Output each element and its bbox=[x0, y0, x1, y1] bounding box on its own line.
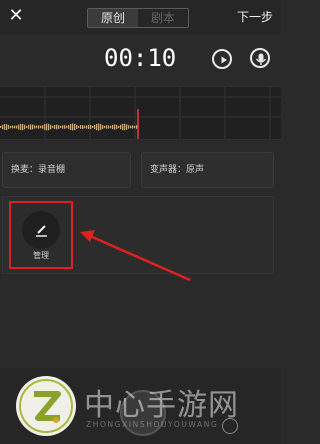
watermark-subtitle: ZHONGXINSHOUYOUWANG bbox=[86, 420, 219, 429]
watermark-logo bbox=[16, 376, 76, 436]
watermark-title: 中心手游网 bbox=[84, 388, 239, 423]
